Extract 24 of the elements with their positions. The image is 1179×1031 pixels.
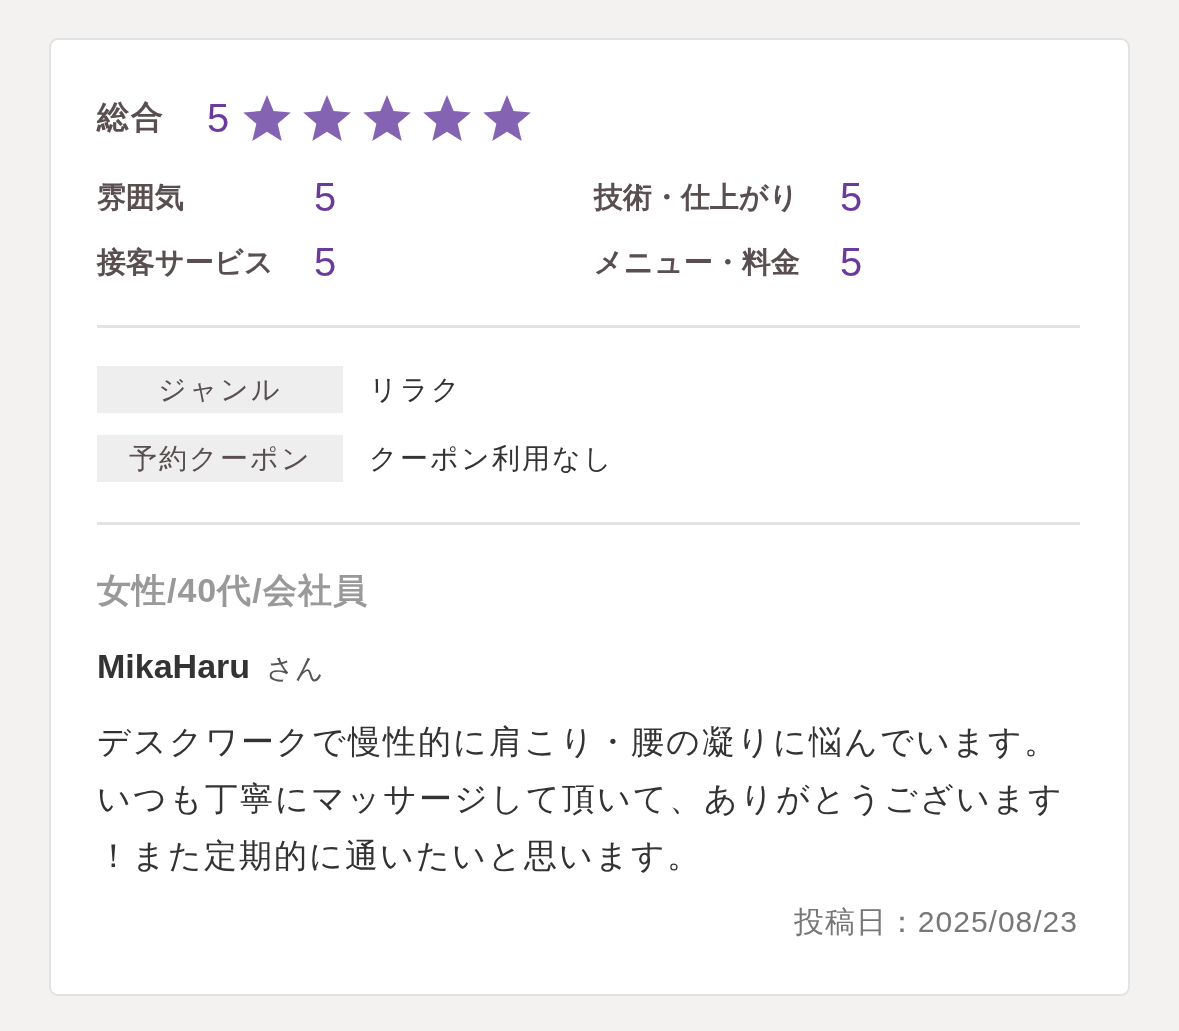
rating-score: 5 <box>314 175 337 219</box>
detail-value: クーポン利用なし <box>369 441 614 476</box>
star-icon <box>423 95 472 141</box>
rating-label: 技術・仕上がり <box>594 180 800 215</box>
posted-date: 投稿日：2025/08/23 <box>793 904 1078 940</box>
overall-score: 5 <box>207 98 230 138</box>
review-comment: デスクワークで慢性的に肩こり・腰の凝りに悩んでいます。いつも丁寧にマッサージして頂いて、ありがとうございます！また定期的に通いたいと思います。 <box>97 722 1065 876</box>
rating-label: 雰囲気 <box>97 180 185 215</box>
reviewer-name: MikaHaru <box>97 646 251 687</box>
honorific-text: さん <box>266 652 325 686</box>
rating-label: 接客サービス <box>97 245 274 280</box>
overall-label: 総合 <box>97 98 165 137</box>
rating-label: メニュー・料金 <box>594 245 800 280</box>
star-icon <box>243 95 292 141</box>
rating-score: 5 <box>840 240 863 284</box>
star-icon <box>483 95 532 141</box>
rating-score: 5 <box>840 175 863 219</box>
reviewer-profile: 女性/40代/会社員 <box>97 570 368 611</box>
rating-score: 5 <box>314 240 337 284</box>
star-icon <box>363 95 412 141</box>
detail-value: リラク <box>369 372 462 407</box>
detail-label: 予約クーポン <box>97 435 343 482</box>
star-icon <box>303 95 352 141</box>
detail-label: ジャンル <box>97 366 343 413</box>
